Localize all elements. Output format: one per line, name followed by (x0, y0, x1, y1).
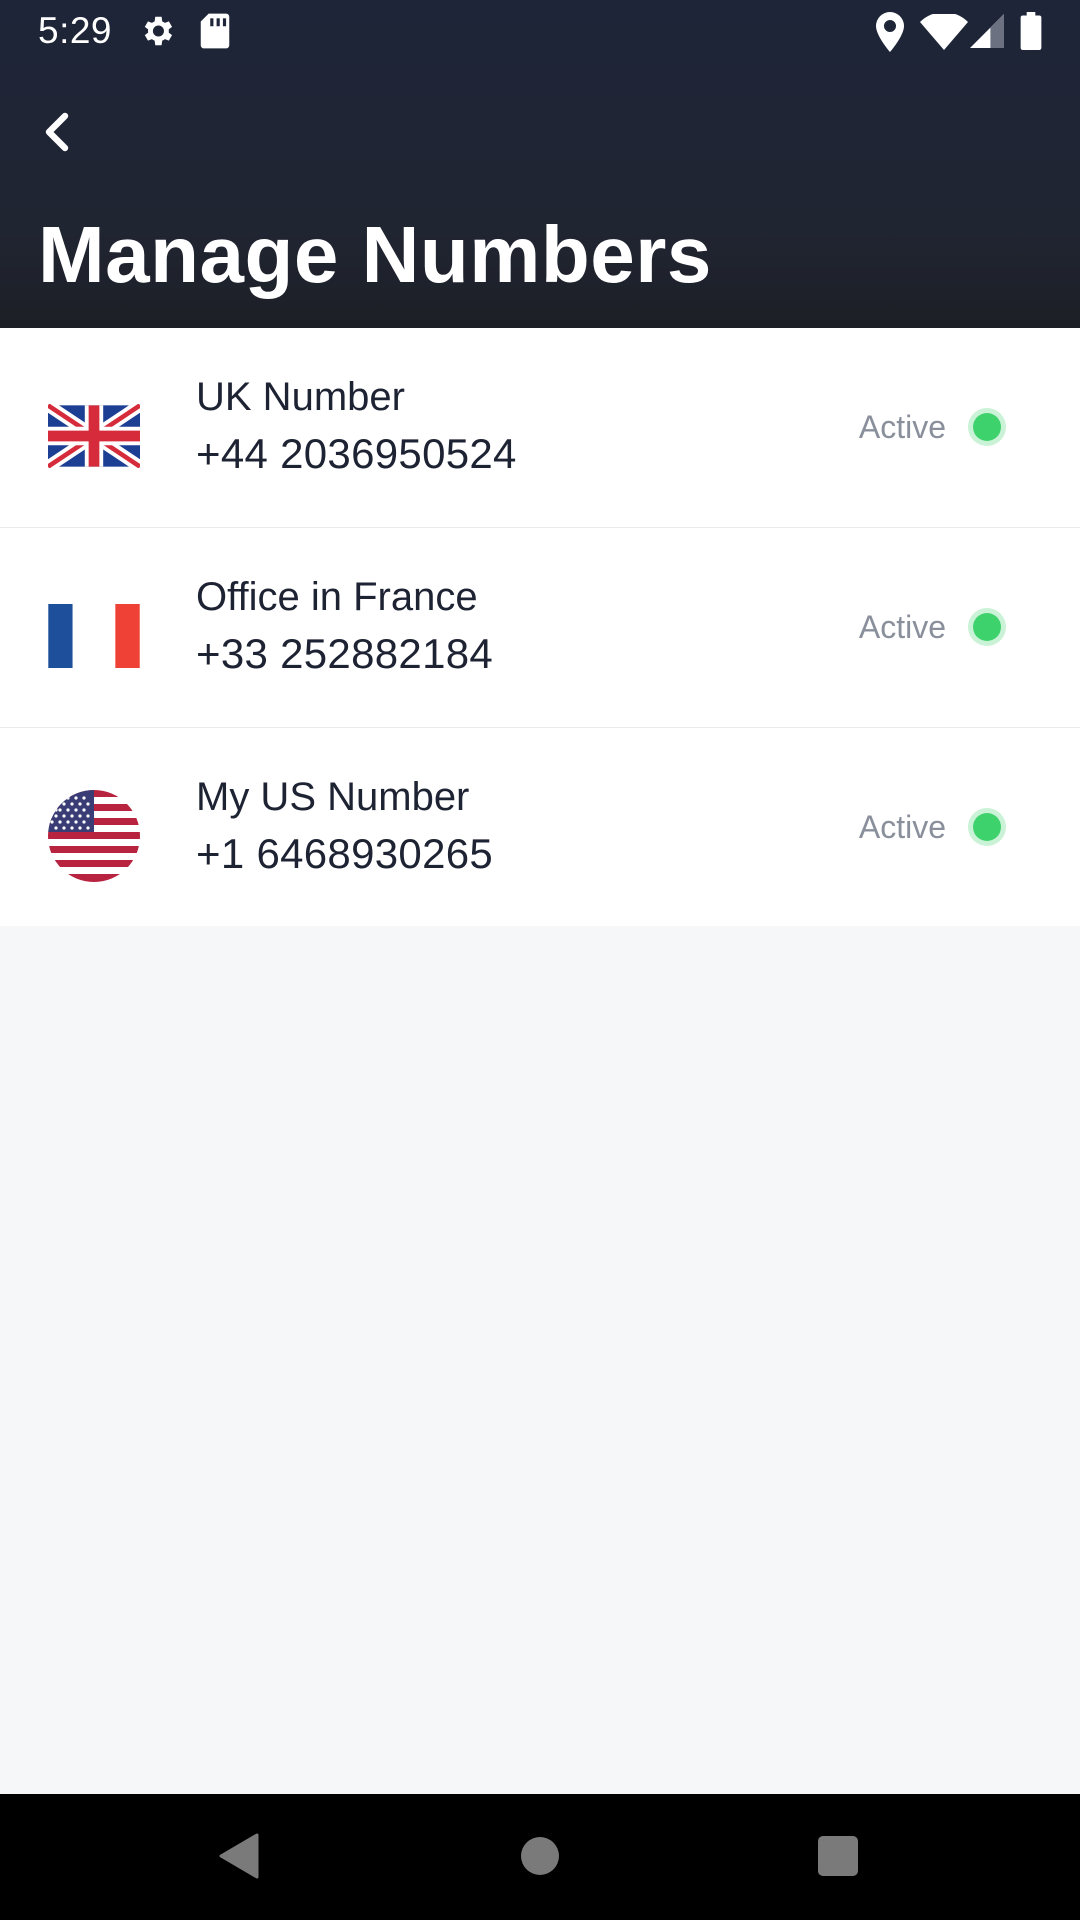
phone-number: +44 2036950524 (196, 430, 517, 477)
recents-square-icon (817, 1835, 859, 1882)
number-name: My US Number (196, 775, 470, 819)
phone-number: +33 252882184 (196, 630, 494, 677)
active-status-dot (968, 408, 1006, 446)
status-bar: 5:29 (0, 0, 1080, 64)
active-status-dot (968, 608, 1006, 646)
nav-home-button[interactable] (510, 1828, 570, 1888)
number-name: Office in France (196, 575, 478, 619)
phone-number: +1 6468930265 (196, 830, 494, 877)
number-row-france[interactable]: Office in France +33 252882184 Active (0, 528, 1080, 728)
france-flag-icon (48, 590, 140, 682)
number-name: UK Number (196, 375, 405, 419)
number-row-uk[interactable]: UK Number +44 2036950524 Active (0, 328, 1080, 528)
chevron-left-icon (41, 112, 71, 157)
back-triangle-icon (217, 1833, 259, 1884)
page-title: Manage Numbers (38, 210, 712, 299)
wifi-icon (920, 12, 968, 55)
active-status-dot (968, 808, 1006, 846)
us-flag-icon (48, 790, 140, 882)
uk-flag-icon (48, 390, 140, 482)
status-time: 5:29 (38, 10, 113, 51)
app-header: 5:29 Manage Numbers (0, 0, 1080, 328)
status-label: Active (858, 809, 946, 845)
battery-icon (1020, 12, 1042, 55)
home-circle-icon (520, 1836, 560, 1881)
system-nav-bar (0, 1794, 1080, 1920)
nav-recents-button[interactable] (808, 1828, 868, 1888)
location-icon (874, 12, 906, 57)
back-button[interactable] (28, 106, 84, 162)
number-row-us[interactable]: My US Number +1 6468930265 Active (0, 728, 1080, 926)
status-label: Active (858, 609, 946, 645)
sd-card-icon (198, 12, 232, 55)
settings-icon (138, 12, 176, 55)
nav-back-button[interactable] (208, 1828, 268, 1888)
signal-icon (970, 14, 1004, 53)
numbers-list: UK Number +44 2036950524 Active Office i… (0, 328, 1080, 926)
status-label: Active (858, 409, 946, 445)
